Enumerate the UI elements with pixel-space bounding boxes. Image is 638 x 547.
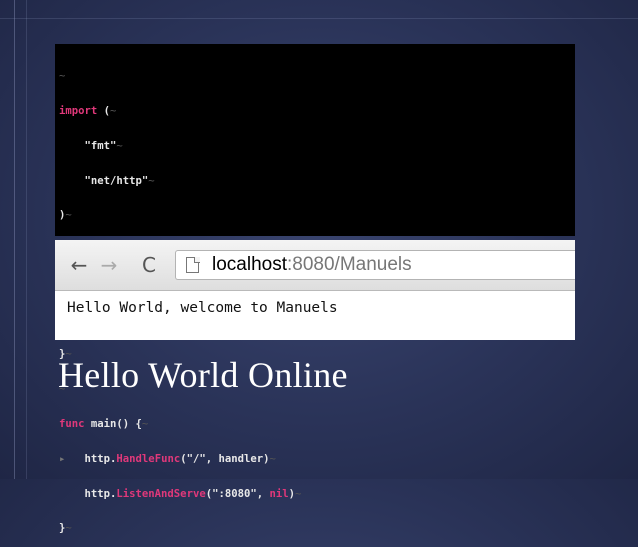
code-line: }~ — [59, 522, 72, 535]
decorative-line — [0, 18, 638, 19]
code-line: ~ — [59, 70, 66, 83]
decorative-line — [14, 0, 15, 479]
url-text: localhost:8080/Manuels — [212, 254, 412, 276]
code-line: import (~ — [59, 104, 117, 117]
reload-icon[interactable]: C — [137, 253, 161, 277]
code-line: func main() {~ — [59, 418, 149, 430]
slide-title: Hello World Online — [58, 355, 348, 395]
browser-toolbar: ← → C localhost:8080/Manuels — [55, 240, 575, 291]
address-bar[interactable]: localhost:8080/Manuels — [175, 250, 575, 280]
forward-arrow-icon[interactable]: → — [97, 253, 121, 277]
code-line: http.ListenAndServe(":8080", nil)~ — [59, 487, 302, 500]
code-line: "net/http"~ — [84, 174, 155, 187]
back-arrow-icon[interactable]: ← — [67, 253, 91, 277]
page-icon — [186, 256, 200, 273]
browser-window: ← → C localhost:8080/Manuels Hello World… — [55, 240, 575, 340]
code-line: ▸ http.HandleFunc("/", handler)~ — [59, 452, 276, 465]
code-line: "fmt"~ — [84, 139, 123, 152]
decorative-line — [26, 0, 27, 479]
code-line: )~ — [59, 209, 72, 222]
code-screenshot: ~ import (~ "fmt"~ "net/http"~ )~ ~ func… — [55, 44, 575, 534]
url-host: localhost — [212, 254, 287, 275]
page-content: Hello World, welcome to Manuels — [67, 300, 338, 316]
url-path: :8080/Manuels — [287, 254, 412, 275]
